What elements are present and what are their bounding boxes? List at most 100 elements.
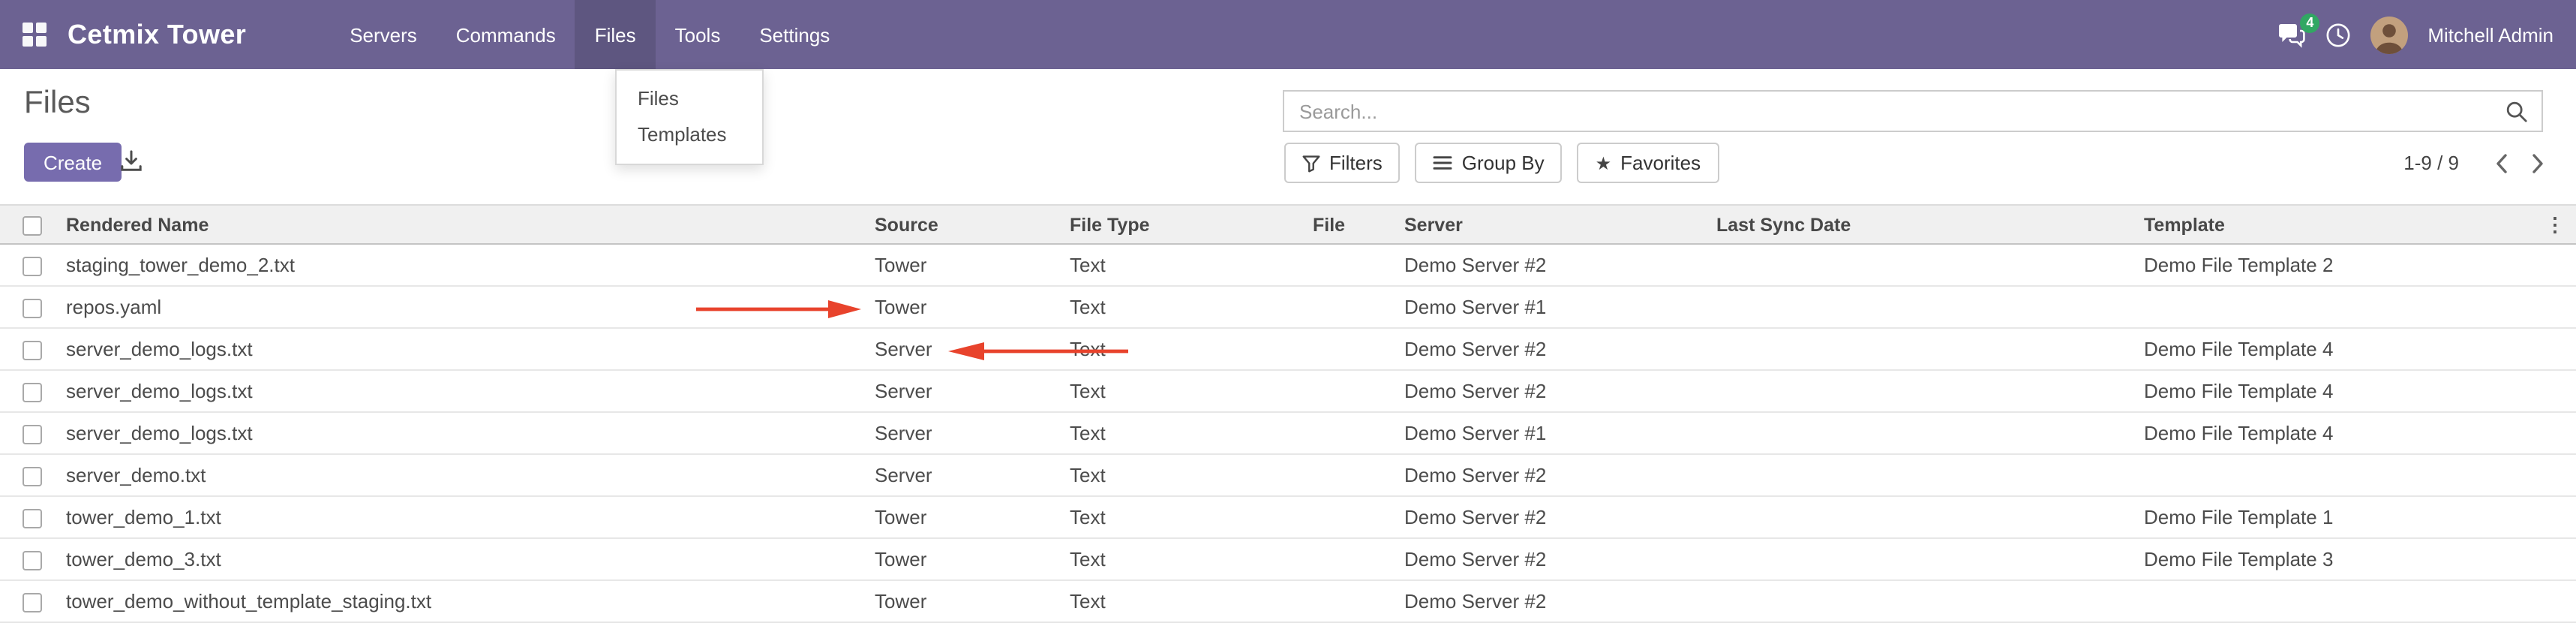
cell-rendered-name[interactable]: server_demo_logs.txt — [66, 370, 875, 412]
cell-file-type[interactable]: Text — [1070, 328, 1313, 370]
cell-template[interactable]: Demo File Template 2 — [2144, 244, 2534, 286]
table-row[interactable]: server_demo_logs.txtServerTextDemo Serve… — [0, 328, 2576, 370]
table-row[interactable]: tower_demo_3.txtTowerTextDemo Server #2D… — [0, 538, 2576, 580]
nav-item-servers[interactable]: Servers — [330, 0, 437, 69]
cell-rendered-name[interactable]: staging_tower_demo_2.txt — [66, 244, 875, 286]
cell-source[interactable]: Tower — [875, 244, 1070, 286]
cell-last-sync-date[interactable] — [1716, 328, 2144, 370]
cell-last-sync-date[interactable] — [1716, 496, 2144, 538]
cell-template[interactable]: Demo File Template 4 — [2144, 370, 2534, 412]
cell-file-type[interactable]: Text — [1070, 538, 1313, 580]
cell-last-sync-date[interactable] — [1716, 244, 2144, 286]
table-row[interactable]: server_demo_logs.txtServerText Demo Serve… — [0, 412, 2576, 454]
table-row[interactable]: repos.yamlTowerText Demo Server #1 — [0, 286, 2576, 328]
cell-rendered-name[interactable]: server_demo_logs.txt — [66, 328, 875, 370]
column-header-last-sync-date[interactable]: Last Sync Date — [1716, 205, 2144, 244]
cell-file[interactable] — [1313, 580, 1404, 622]
column-header-file[interactable]: File — [1313, 205, 1404, 244]
cell-server[interactable]: Demo Server #1 — [1404, 412, 1716, 454]
row-checkbox[interactable] — [23, 467, 42, 486]
search-icon[interactable] — [2505, 100, 2528, 122]
cell-file-type[interactable]: Text — [1070, 412, 1313, 454]
favorites-button[interactable]: ★ Favorites — [1578, 143, 1719, 183]
nav-item-commands[interactable]: Commands — [437, 0, 575, 69]
create-button[interactable]: Create — [24, 143, 122, 182]
row-checkbox[interactable] — [23, 593, 42, 612]
dropdown-item-files[interactable]: Files — [617, 81, 762, 117]
cell-file[interactable] — [1313, 370, 1404, 412]
cell-template[interactable] — [2144, 580, 2534, 622]
row-checkbox[interactable] — [23, 509, 42, 528]
table-row[interactable]: tower_demo_without_template_staging.txtT… — [0, 580, 2576, 622]
cell-file[interactable] — [1313, 412, 1404, 454]
table-row[interactable]: staging_tower_demo_2.txtTowerText Demo Se… — [0, 244, 2576, 286]
column-header-source[interactable]: Source — [875, 205, 1070, 244]
cell-file-type[interactable]: Text — [1070, 580, 1313, 622]
nav-item-files[interactable]: Files — [575, 0, 656, 69]
cell-rendered-name[interactable]: server_demo_logs.txt — [66, 412, 875, 454]
cell-server[interactable]: Demo Server #2 — [1404, 538, 1716, 580]
table-row[interactable]: tower_demo_1.txtTowerTextDemo Server #2D… — [0, 496, 2576, 538]
dropdown-item-templates[interactable]: Templates — [617, 117, 762, 153]
avatar[interactable] — [2370, 16, 2408, 53]
cell-file[interactable] — [1313, 244, 1404, 286]
filters-button[interactable]: Filters — [1284, 143, 1401, 183]
cell-server[interactable]: Demo Server #2 — [1404, 370, 1716, 412]
column-header-server[interactable]: Server — [1404, 205, 1716, 244]
column-header-rendered-name[interactable]: Rendered Name — [66, 205, 875, 244]
cell-last-sync-date[interactable] — [1716, 370, 2144, 412]
cell-template[interactable] — [2144, 286, 2534, 328]
cell-template[interactable]: Demo File Template 1 — [2144, 496, 2534, 538]
row-checkbox[interactable] — [23, 383, 42, 402]
cell-rendered-name[interactable]: tower_demo_1.txt — [66, 496, 875, 538]
cell-source[interactable]: Server — [875, 412, 1070, 454]
cell-file[interactable] — [1313, 496, 1404, 538]
cell-rendered-name[interactable]: repos.yaml — [66, 286, 875, 328]
cell-file-type[interactable]: Text — [1070, 286, 1313, 328]
cell-file-type[interactable]: Text — [1070, 244, 1313, 286]
row-checkbox[interactable] — [23, 425, 42, 444]
row-checkbox[interactable] — [23, 341, 42, 360]
group-by-button[interactable]: Group By — [1416, 143, 1563, 183]
cell-template[interactable]: Demo File Template 4 — [2144, 412, 2534, 454]
cell-last-sync-date[interactable] — [1716, 538, 2144, 580]
pager-previous-button[interactable] — [2483, 145, 2519, 181]
cell-rendered-name[interactable]: tower_demo_3.txt — [66, 538, 875, 580]
cell-file[interactable] — [1313, 328, 1404, 370]
cell-template[interactable]: Demo File Template 4 — [2144, 328, 2534, 370]
cell-file-type[interactable]: Text — [1070, 454, 1313, 496]
activity-clock-icon[interactable] — [2325, 22, 2351, 47]
row-checkbox[interactable] — [23, 257, 42, 276]
cell-source[interactable]: Tower — [875, 580, 1070, 622]
apps-menu-icon[interactable] — [23, 23, 47, 47]
cell-server[interactable]: Demo Server #2 — [1404, 496, 1716, 538]
column-header-template[interactable]: Template — [2144, 205, 2534, 244]
cell-server[interactable]: Demo Server #2 — [1404, 454, 1716, 496]
cell-last-sync-date[interactable] — [1716, 580, 2144, 622]
nav-item-tools[interactable]: Tools — [656, 0, 740, 69]
pager-next-button[interactable] — [2519, 145, 2555, 181]
cell-server[interactable]: Demo Server #2 — [1404, 244, 1716, 286]
cell-server[interactable]: Demo Server #2 — [1404, 328, 1716, 370]
nav-item-settings[interactable]: Settings — [740, 0, 849, 69]
pager-value[interactable]: 1-9 / 9 — [2403, 152, 2459, 174]
cell-file[interactable] — [1313, 454, 1404, 496]
table-row[interactable]: server_demo.txtServerTextDemo Server #2 — [0, 454, 2576, 496]
table-row[interactable]: server_demo_logs.txtServerTextDemo Serve… — [0, 370, 2576, 412]
user-name[interactable]: Mitchell Admin — [2427, 23, 2553, 46]
cell-last-sync-date[interactable] — [1716, 454, 2144, 496]
cell-server[interactable]: Demo Server #2 — [1404, 580, 1716, 622]
cell-file[interactable] — [1313, 286, 1404, 328]
messages-icon[interactable]: 4 — [2277, 22, 2306, 47]
search-input[interactable] — [1284, 100, 2505, 122]
cell-file-type[interactable]: Text — [1070, 370, 1313, 412]
cell-source[interactable]: Tower — [875, 286, 1070, 328]
cell-template[interactable]: Demo File Template 3 — [2144, 538, 2534, 580]
import-icon-button[interactable] — [120, 150, 143, 177]
cell-file[interactable] — [1313, 538, 1404, 580]
cell-rendered-name[interactable]: server_demo.txt — [66, 454, 875, 496]
cell-server[interactable]: Demo Server #1 — [1404, 286, 1716, 328]
row-checkbox[interactable] — [23, 551, 42, 570]
cell-template[interactable] — [2144, 454, 2534, 496]
cell-source[interactable]: Tower — [875, 496, 1070, 538]
